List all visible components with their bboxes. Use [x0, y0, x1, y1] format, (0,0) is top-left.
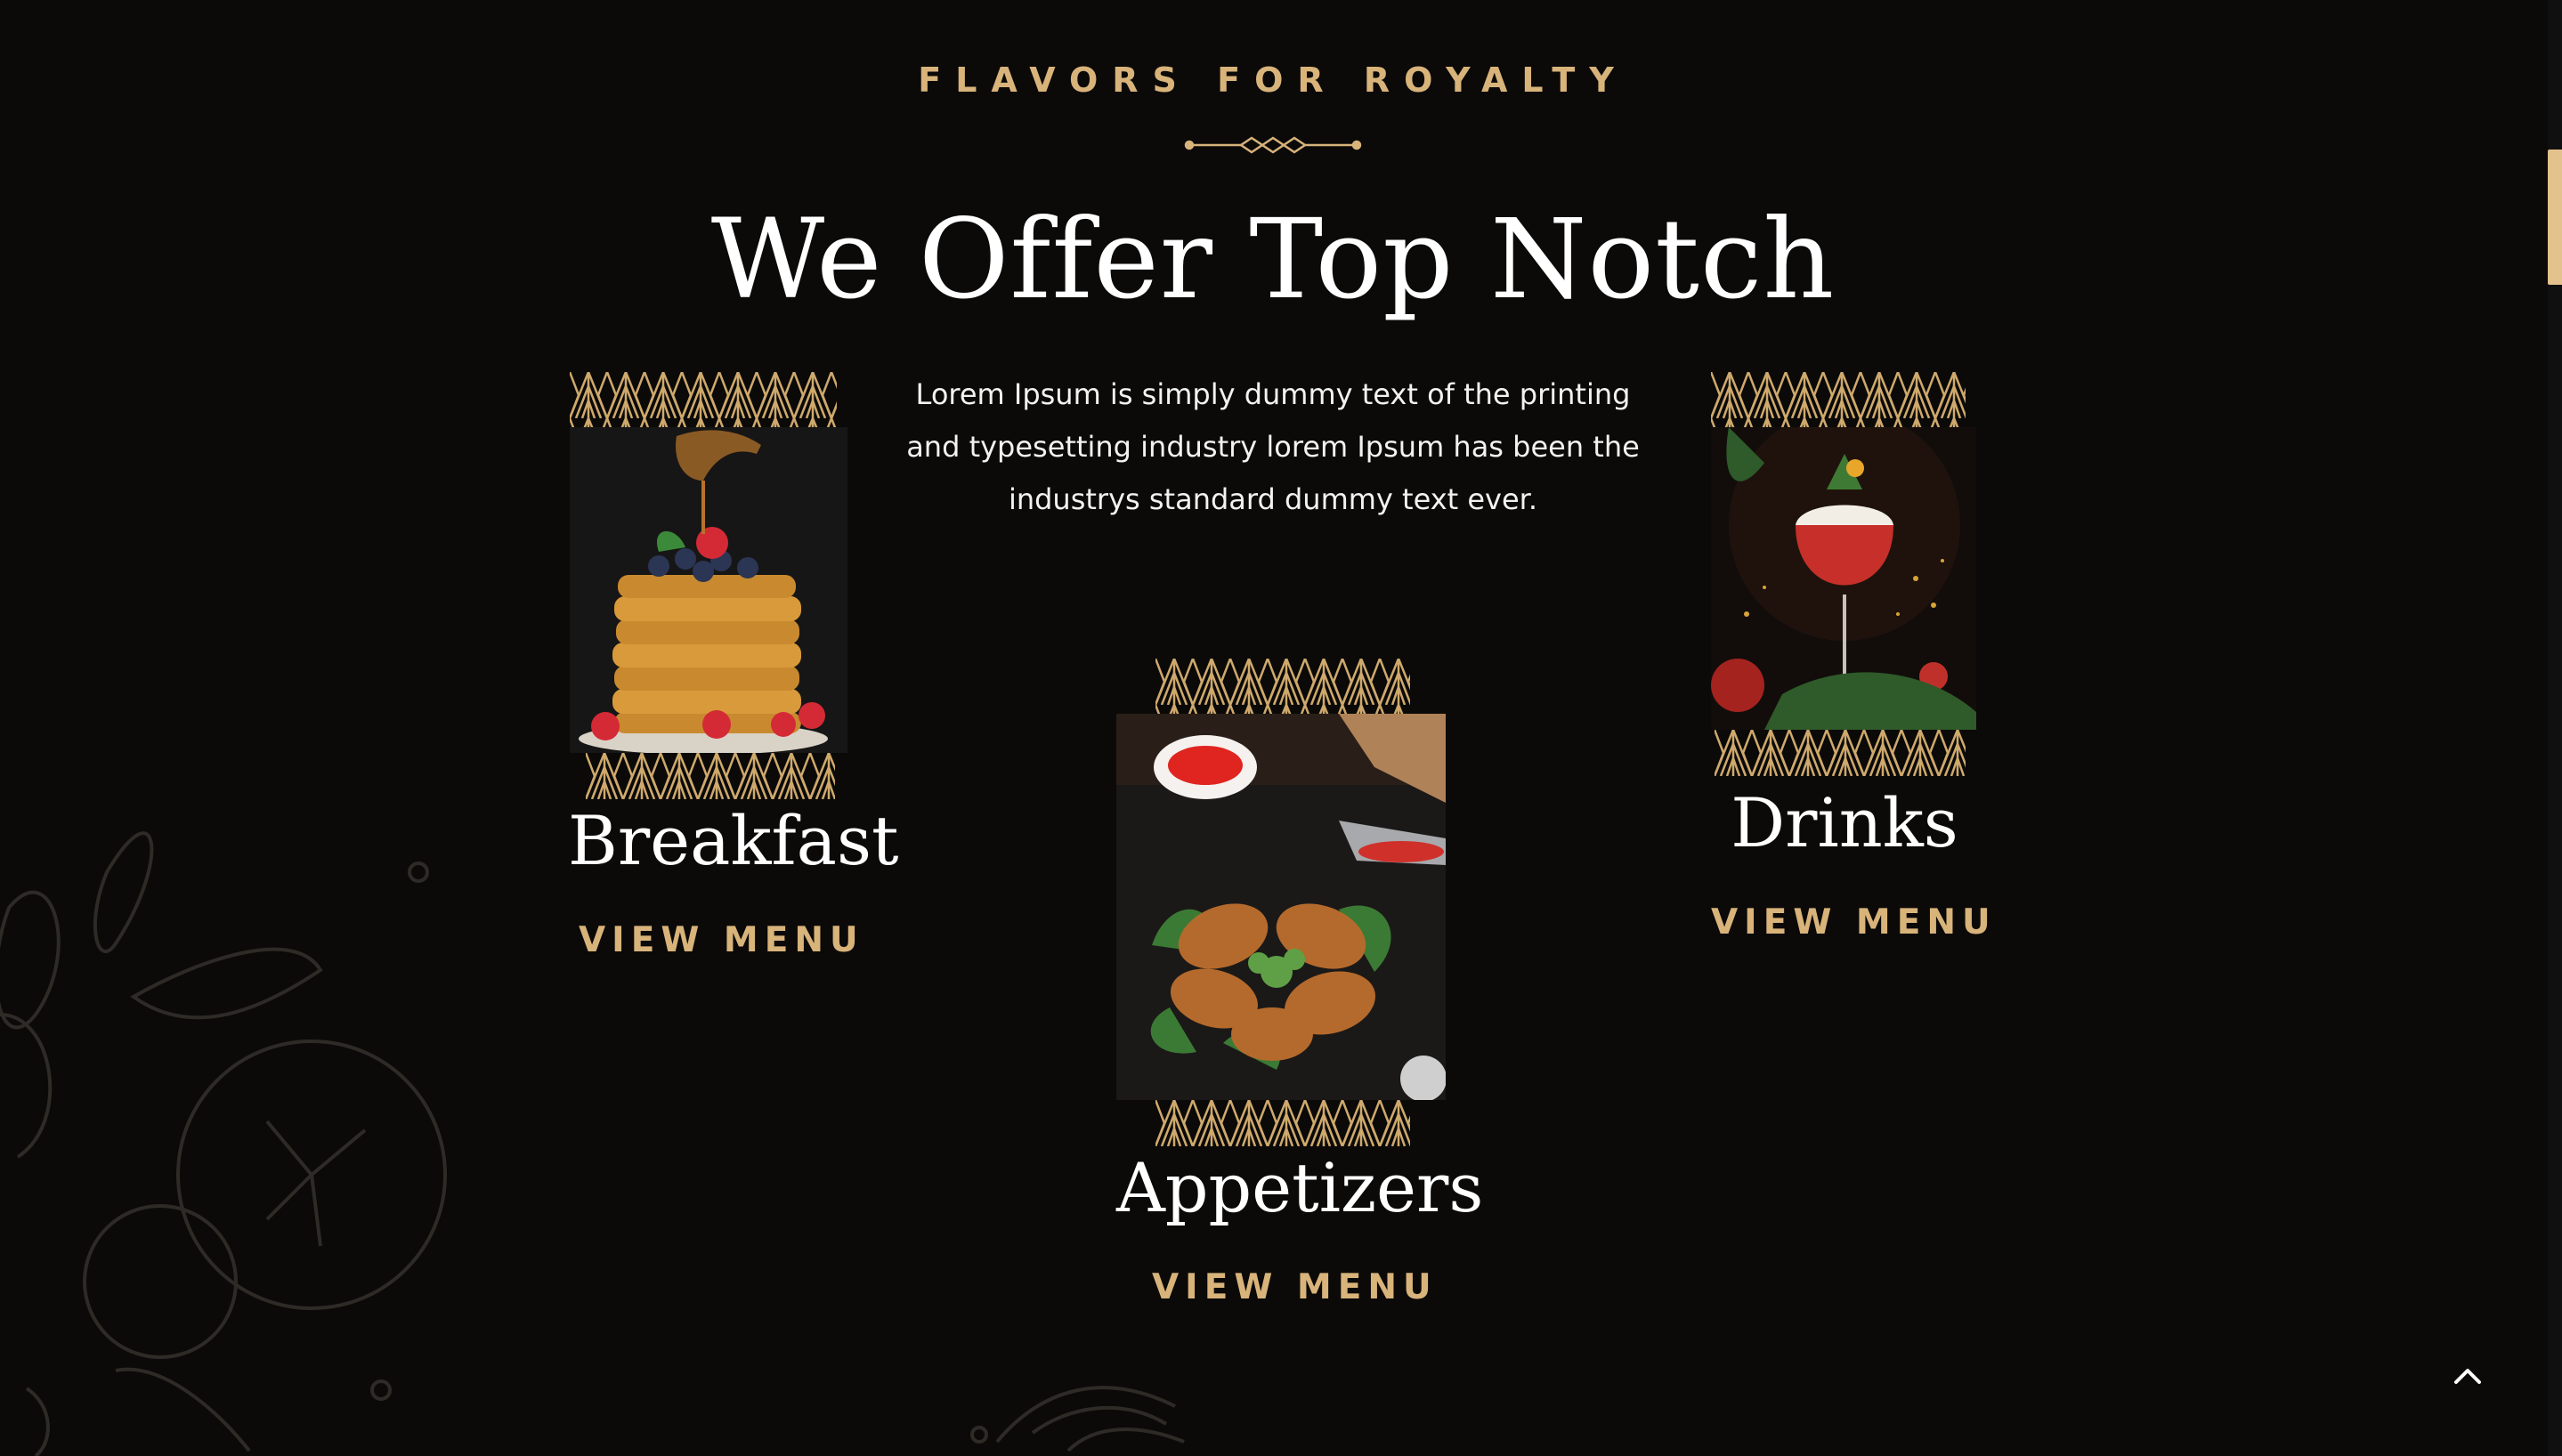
- menu-card-breakfast[interactable]: Breakfast VIEW MENU: [568, 372, 899, 986]
- art-deco-pattern-top: [1711, 372, 1966, 427]
- menu-card-appetizers[interactable]: Appetizers VIEW MENU: [1116, 659, 1484, 1307]
- ornament-divider-icon: [1184, 134, 1362, 156]
- view-menu-link-appetizers[interactable]: VIEW MENU: [1152, 1267, 1431, 1307]
- food-sketch-decoration: [0, 748, 463, 1456]
- card-title-appetizers: Appetizers: [1116, 1148, 1484, 1227]
- herb-sketch-decoration: [961, 1353, 1193, 1456]
- section-eyebrow: FLAVORS FOR ROYALTY: [918, 61, 1628, 100]
- art-deco-pattern-bottom: [586, 753, 835, 799]
- breakfast-photo: [570, 427, 847, 753]
- drinks-photo: [1711, 427, 1976, 730]
- back-to-top-button[interactable]: [2443, 1356, 2493, 1395]
- card-title-breakfast: Breakfast: [568, 801, 899, 880]
- view-menu-link-drinks[interactable]: VIEW MENU: [1711, 902, 1990, 942]
- menu-card-drinks[interactable]: Drinks VIEW MENU: [1711, 372, 1990, 950]
- page-scrollbar[interactable]: [2548, 0, 2562, 1456]
- art-deco-pattern-top: [1155, 659, 1410, 714]
- art-deco-pattern-bottom: [1155, 1100, 1410, 1146]
- section-intro-text: Lorem Ipsum is simply dummy text of the …: [906, 377, 1640, 516]
- page-stage: FLAVORS FOR ROYALTY We Offer Top Notch L…: [0, 0, 2562, 1456]
- view-menu-link-breakfast[interactable]: VIEW MENU: [579, 920, 858, 960]
- appetizers-photo: [1116, 714, 1446, 1100]
- art-deco-pattern-bottom: [1715, 730, 1966, 776]
- section-headline: We Offer Top Notch: [710, 196, 1836, 324]
- card-title-drinks: Drinks: [1731, 783, 1958, 862]
- chevron-up-icon: [2454, 1369, 2481, 1384]
- art-deco-pattern-top: [570, 372, 837, 427]
- scrollbar-thumb[interactable]: [2548, 150, 2562, 285]
